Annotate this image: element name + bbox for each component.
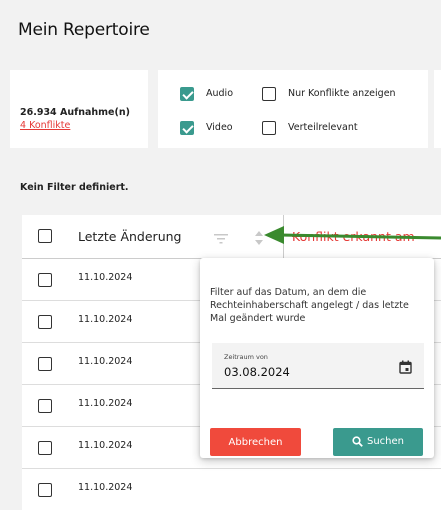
row-date: 11.10.2024	[78, 272, 133, 283]
date-filter-popover: Filter auf das Datum, an dem die Rechtei…	[200, 258, 434, 458]
date-from-field[interactable]: Zeitraum von 03.08.2024	[212, 343, 424, 389]
distribution-relevant-checkbox[interactable]	[262, 121, 276, 135]
recording-count: 26.934 Aufnahme(n)	[20, 107, 130, 118]
table-row[interactable]: 11.10.2024	[22, 469, 441, 510]
row-checkbox[interactable]	[38, 441, 52, 455]
row-date: 11.10.2024	[78, 314, 133, 325]
search-button[interactable]: Suchen	[333, 428, 423, 456]
row-date: 11.10.2024	[78, 482, 133, 493]
column-header-last-change[interactable]: Letzte Änderung	[78, 229, 181, 244]
row-date: 11.10.2024	[78, 356, 133, 367]
cancel-button[interactable]: Abbrechen	[210, 428, 301, 456]
search-button-label: Suchen	[366, 436, 404, 448]
row-checkbox[interactable]	[38, 399, 52, 413]
row-date: 11.10.2024	[78, 398, 133, 409]
date-field-label: Zeitraum von	[224, 353, 268, 361]
filter-card: Audio Nur Konflikte anzeigen Video Verte…	[158, 70, 428, 148]
page-title: Mein Repertoire	[18, 20, 150, 40]
date-field-value[interactable]: 03.08.2024	[224, 365, 290, 379]
video-checkbox[interactable]	[180, 121, 194, 135]
conflicts-only-checkbox[interactable]	[262, 87, 276, 101]
audio-label: Audio	[206, 88, 234, 99]
row-checkbox[interactable]	[38, 273, 52, 287]
select-all-checkbox[interactable]	[38, 229, 52, 243]
summary-card: 26.934 Aufnahme(n) 4 Konflikte	[10, 70, 148, 148]
distribution-relevant-label: Verteilrelevant	[288, 122, 358, 133]
row-checkbox[interactable]	[38, 315, 52, 329]
arrow-pointer-icon	[264, 226, 441, 244]
filter-status: Kein Filter definiert.	[20, 182, 129, 193]
sort-icon[interactable]	[254, 230, 264, 250]
search-icon	[352, 436, 363, 448]
video-label: Video	[206, 122, 233, 133]
audio-checkbox[interactable]	[180, 87, 194, 101]
row-date: 11.10.2024	[78, 440, 133, 451]
calendar-icon[interactable]	[399, 359, 412, 378]
extra-card	[434, 70, 441, 148]
conflicts-link[interactable]: 4 Konflikte	[20, 120, 70, 131]
row-checkbox[interactable]	[38, 483, 52, 497]
conflicts-only-label: Nur Konflikte anzeigen	[288, 88, 396, 99]
popover-description: Filter auf das Datum, an dem die Rechtei…	[210, 287, 409, 324]
filter-icon[interactable]	[214, 230, 228, 249]
row-checkbox[interactable]	[38, 357, 52, 371]
